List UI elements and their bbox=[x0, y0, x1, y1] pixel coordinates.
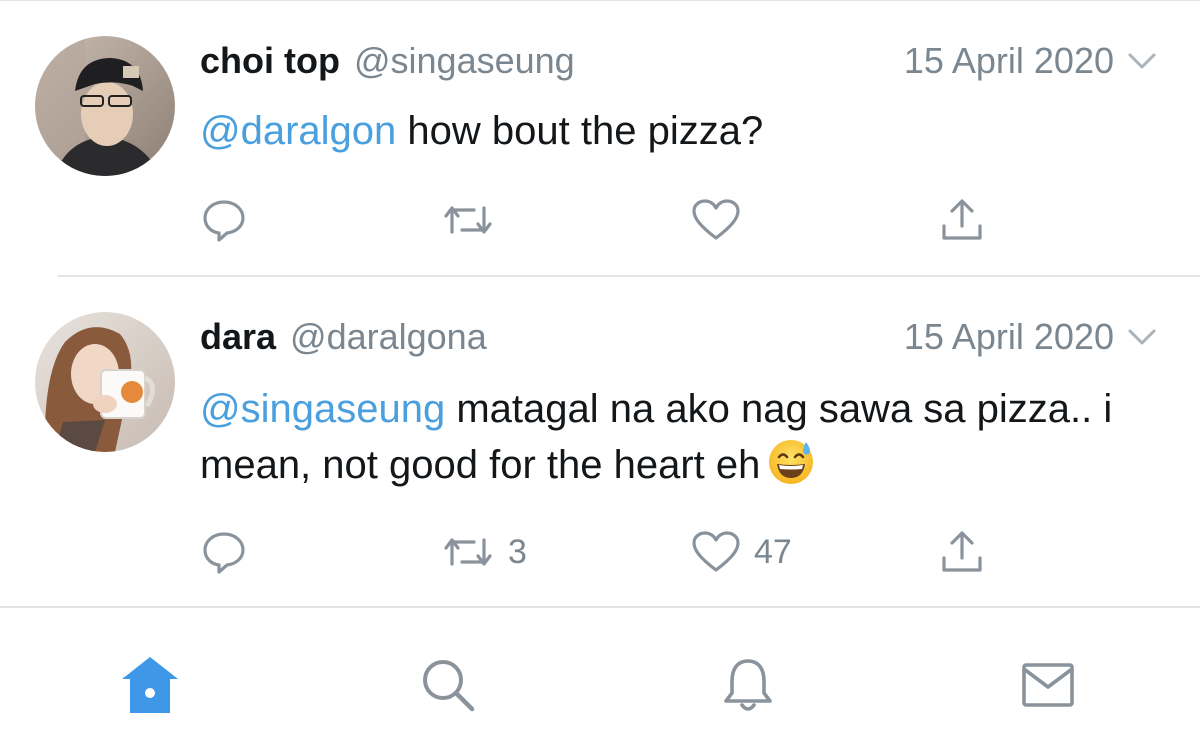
reply-icon bbox=[200, 528, 248, 576]
like-button[interactable] bbox=[690, 190, 754, 250]
tab-home[interactable] bbox=[115, 652, 185, 722]
messages-icon bbox=[1016, 653, 1080, 722]
home-icon bbox=[118, 653, 182, 722]
tweet[interactable]: dara @daralgona 15 April 2020 @singaseun… bbox=[0, 278, 1200, 608]
like-button[interactable]: 47 bbox=[690, 522, 792, 582]
tab-messages[interactable] bbox=[1013, 652, 1083, 722]
mention-link[interactable]: @daralgon bbox=[200, 109, 396, 153]
retweet-icon bbox=[440, 196, 496, 244]
tweet-divider bbox=[58, 275, 1200, 277]
tweet-date: 15 April 2020 bbox=[903, 40, 1114, 81]
chevron-down-icon[interactable] bbox=[1124, 319, 1160, 355]
tweet-date: 15 April 2020 bbox=[903, 316, 1114, 357]
reply-icon bbox=[200, 196, 248, 244]
mention-link[interactable]: @singaseung bbox=[200, 387, 445, 431]
search-icon bbox=[416, 653, 480, 722]
user-handle[interactable]: @daralgona bbox=[290, 316, 487, 358]
avatar[interactable] bbox=[35, 36, 175, 176]
tweet-header: dara @daralgona 15 April 2020 bbox=[200, 312, 1160, 362]
like-count: 47 bbox=[754, 532, 792, 571]
heart-icon bbox=[690, 196, 742, 244]
retweet-button[interactable] bbox=[440, 190, 508, 250]
share-button[interactable] bbox=[938, 522, 986, 582]
tweet-body: how bout the pizza? bbox=[396, 109, 764, 153]
user-handle[interactable]: @singaseung bbox=[354, 40, 575, 82]
retweet-count: 3 bbox=[508, 532, 527, 571]
reply-button[interactable] bbox=[200, 190, 260, 250]
heart-icon bbox=[690, 528, 742, 576]
tweet-text: @singaseung matagal na ako nag sawa sa p… bbox=[200, 382, 1140, 492]
tab-bar bbox=[0, 608, 1200, 754]
reply-button[interactable] bbox=[200, 522, 260, 582]
avatar[interactable] bbox=[35, 312, 175, 452]
display-name[interactable]: dara bbox=[200, 316, 276, 358]
share-icon bbox=[938, 196, 986, 244]
tweet-text: @daralgon how bout the pizza? bbox=[200, 104, 1140, 158]
retweet-button[interactable]: 3 bbox=[440, 522, 527, 582]
tweet-header: choi top @singaseung 15 April 2020 bbox=[200, 36, 1160, 86]
chevron-down-icon[interactable] bbox=[1124, 43, 1160, 79]
retweet-icon bbox=[440, 528, 496, 576]
share-button[interactable] bbox=[938, 190, 986, 250]
sweat-smile-emoji-icon bbox=[766, 436, 816, 486]
display-name[interactable]: choi top bbox=[200, 40, 340, 82]
tab-notifications[interactable] bbox=[713, 652, 783, 722]
tweet[interactable]: choi top @singaseung 15 April 2020 @dara… bbox=[0, 0, 1200, 276]
notifications-icon bbox=[716, 653, 780, 722]
share-icon bbox=[938, 528, 986, 576]
tab-search[interactable] bbox=[413, 652, 483, 722]
